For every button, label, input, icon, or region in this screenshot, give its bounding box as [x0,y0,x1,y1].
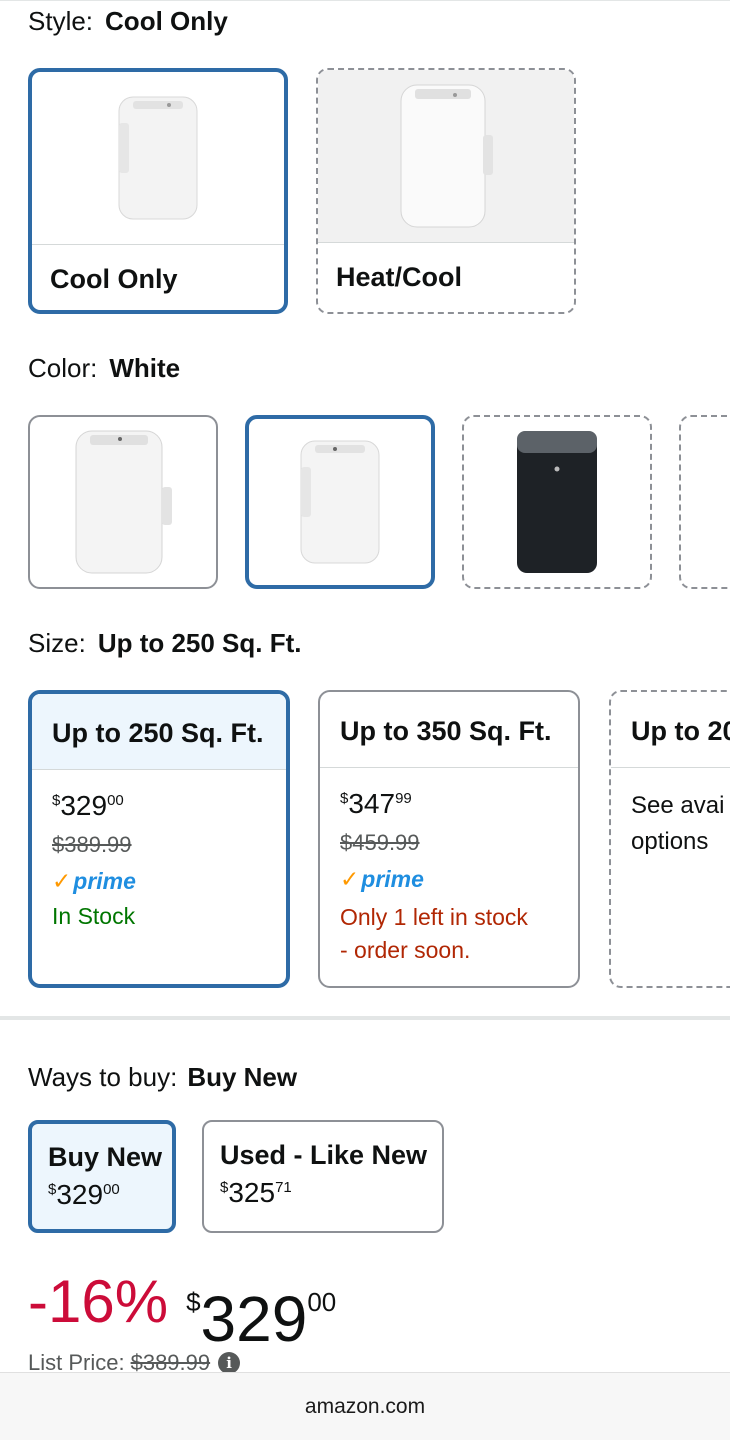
color-swatch-partial[interactable] [679,415,730,589]
current-price: $32900 [186,1283,337,1355]
color-label: Color: [28,353,98,383]
ac-unit-image [75,430,172,574]
see-options-text: See avai options [631,792,725,855]
discount-percent: -16% [28,1268,169,1335]
buy-option-price: $32571 [220,1177,292,1208]
color-swatch-white[interactable] [245,415,435,589]
color-swatch-white-large[interactable] [28,415,218,589]
used-like-new-option[interactable]: Used - Like New $32571 [202,1120,444,1233]
buy-option-title: Buy New [48,1142,163,1172]
style-row-label: Style: Cool Only [28,6,228,37]
buy-option-title: Used - Like New [220,1140,428,1170]
buy-option-price: $32900 [48,1179,120,1210]
size-option-title: Up to 350 Sq. Ft. [320,692,578,768]
size-option-250[interactable]: Up to 250 Sq. Ft. $32900 $389.99 ✓ prime … [28,690,290,988]
prime-badge: ✓ prime [340,866,424,892]
ways-row-label: Ways to buy: Buy New [28,1062,297,1093]
card-divider [318,242,574,243]
color-swatch-black[interactable] [462,415,652,589]
style-selected-value: Cool Only [105,6,228,36]
ac-unit-image [300,440,380,564]
style-option-heat-cool[interactable]: Heat/Cool [316,68,576,314]
size-option-350[interactable]: Up to 350 Sq. Ft. $34799 $459.99 ✓ prime … [318,690,580,988]
size-option-title: Up to 20 [611,692,730,768]
ways-label: Ways to buy: [28,1062,178,1092]
ways-selected-value: Buy New [187,1062,298,1092]
size-option-list-price: $389.99 [52,832,132,857]
size-option-price: $34799 [340,788,412,819]
size-selected-value: Up to 250 Sq. Ft. [97,628,302,658]
prime-check-icon: ✓ [340,866,360,892]
stock-status: In Stock [52,903,136,929]
section-divider [0,1016,730,1020]
stock-status: Only 1 left in stock - order soon. [340,904,528,963]
ac-unit-image [517,431,597,573]
style-label: Style: [28,6,94,36]
url-domain: amazon.com [304,1394,426,1418]
ac-unit-image [32,72,284,244]
size-label: Size: [28,628,86,658]
color-row-label: Color: White [28,353,180,384]
style-option-label: Cool Only [50,264,178,294]
browser-url-bar[interactable]: amazon.com [0,1372,730,1440]
color-selected-value: White [109,353,181,383]
size-option-title: Up to 250 Sq. Ft. [32,694,286,770]
info-icon[interactable]: i [218,1352,241,1374]
prime-check-icon: ✓ [52,868,72,894]
size-option-partial[interactable]: Up to 20 See avai options [609,690,730,988]
deal-price-row: -16% $32900 [28,1262,336,1359]
prime-badge: ✓ prime [52,868,136,894]
size-option-list-price: $459.99 [340,830,420,855]
card-divider [32,244,284,245]
style-option-label: Heat/Cool [336,262,463,292]
style-option-cool-only[interactable]: Cool Only [28,68,288,314]
size-row-label: Size: Up to 250 Sq. Ft. [28,628,302,659]
top-divider [0,0,730,1]
buy-new-option[interactable]: Buy New $32900 [28,1120,176,1233]
size-option-price: $32900 [52,790,124,821]
ac-unit-image [318,70,574,242]
